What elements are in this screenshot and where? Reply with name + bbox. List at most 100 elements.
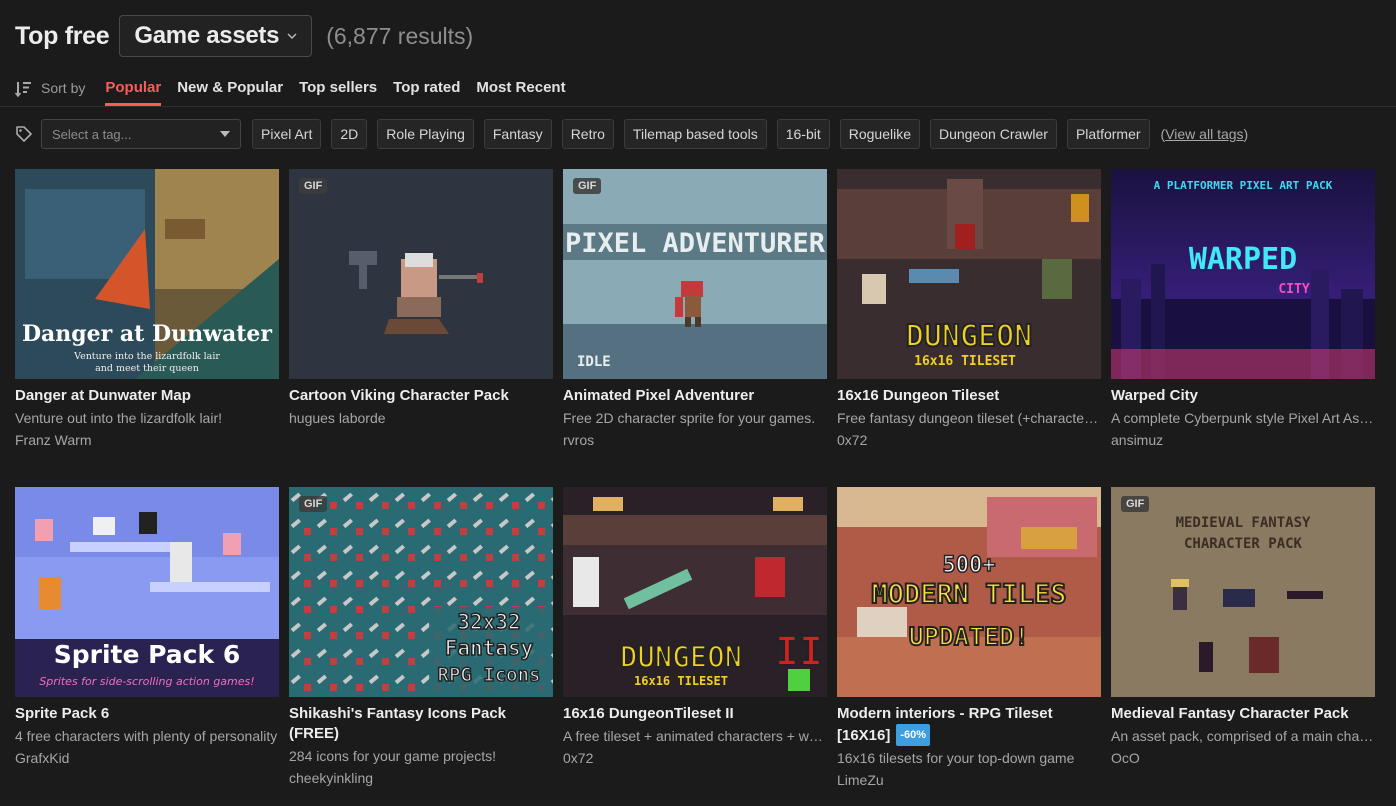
tag-chip-pixel-art[interactable]: Pixel Art — [252, 119, 322, 149]
gif-badge: GIF — [573, 178, 602, 194]
tag-chip-fantasy[interactable]: Fantasy — [483, 119, 552, 149]
game-thumbnail[interactable]: Danger at Dunwater Venture into the liza… — [15, 169, 279, 379]
tag-chip-role-playing[interactable]: Role Playing — [377, 119, 474, 149]
game-title[interactable]: Cartoon Viking Character Pack — [289, 386, 553, 406]
game-description: Free fantasy dungeon tileset (+character… — [837, 410, 1101, 426]
thumbnail-art: PIXEL ADVENTURER IDLE — [563, 169, 827, 379]
game-author[interactable]: 0x72 — [563, 749, 827, 768]
sort-icon — [15, 82, 31, 98]
game-thumbnail[interactable]: MEDIEVAL FANTASY CHARACTER PACK GIF — [1111, 487, 1375, 697]
chevron-down-icon — [287, 33, 297, 39]
sort-tab-new-popular[interactable]: New & Popular — [177, 72, 283, 106]
sort-tab-top-rated[interactable]: Top rated — [393, 72, 460, 106]
sort-tab-most-recent[interactable]: Most Recent — [476, 72, 565, 106]
game-author[interactable]: ansimuz — [1111, 431, 1375, 450]
game-card: GIF Cartoon Viking Character Pack hugues… — [289, 169, 553, 428]
game-title[interactable]: Medieval Fantasy Character Pack — [1111, 704, 1375, 724]
svg-text:DUNGEON: DUNGEON — [620, 640, 742, 674]
tag-chip-retro[interactable]: Retro — [561, 119, 614, 149]
game-description: 284 icons for your game projects! — [289, 748, 496, 764]
tag-bar: Select a tag... Pixel Art 2D Role Playin… — [15, 119, 1248, 149]
game-card: A PLATFORMER PIXEL ART PACK WARPED CITY … — [1111, 169, 1375, 450]
sort-tab-top-sellers[interactable]: Top sellers — [299, 72, 377, 106]
browse-header: Top free Game assets (6,877 results) — [15, 15, 473, 57]
game-description: Venture out into the lizardfolk lair! — [15, 410, 223, 426]
gif-badge: GIF — [299, 178, 328, 194]
svg-text:Fantasy: Fantasy — [445, 636, 534, 660]
game-title[interactable]: Animated Pixel Adventurer — [563, 386, 827, 406]
svg-text:MEDIEVAL FANTASY: MEDIEVAL FANTASY — [1176, 515, 1311, 531]
svg-text:16x16 TILESET: 16x16 TILESET — [914, 354, 1016, 369]
svg-text:and meet their queen: and meet their queen — [95, 363, 199, 374]
thumbnail-art: 32x32 Fantasy RPG Icons — [289, 487, 553, 697]
thumbnail-art: DUNGEON 16x16 TILESET II — [563, 487, 827, 697]
svg-text:Danger at Dunwater: Danger at Dunwater — [22, 321, 272, 347]
game-author[interactable]: LimeZu — [837, 771, 1101, 790]
tag-chip-tilemap[interactable]: Tilemap based tools — [623, 119, 767, 149]
game-thumbnail[interactable]: GIF — [289, 169, 553, 379]
game-description: An asset pack, comprised of a main chara… — [1111, 728, 1375, 744]
game-thumbnail[interactable]: 32x32 Fantasy RPG Icons GIF — [289, 487, 553, 697]
svg-text:CHARACTER PACK: CHARACTER PACK — [1184, 536, 1303, 552]
tag-chip-16-bit[interactable]: 16-bit — [776, 119, 830, 149]
game-title[interactable]: Danger at Dunwater Map — [15, 386, 279, 406]
game-card: Sprite Pack 6 Sprites for side-scrolling… — [15, 487, 279, 768]
game-title[interactable]: 16x16 Dungeon Tileset — [837, 386, 1101, 406]
game-title[interactable]: Warped City — [1111, 386, 1375, 406]
svg-text:16x16 TILESET: 16x16 TILESET — [634, 674, 728, 688]
game-thumbnail[interactable]: DUNGEON 16x16 TILESET — [837, 169, 1101, 379]
game-author[interactable]: Franz Warm — [15, 431, 279, 450]
game-thumbnail[interactable]: A PLATFORMER PIXEL ART PACK WARPED CITY — [1111, 169, 1375, 379]
game-thumbnail[interactable]: Sprite Pack 6 Sprites for side-scrolling… — [15, 487, 279, 697]
svg-text:CITY: CITY — [1278, 282, 1309, 297]
tag-select-input[interactable]: Select a tag... — [41, 119, 241, 149]
svg-text:Sprites for side-scrolling act: Sprites for side-scrolling action games! — [39, 675, 254, 688]
game-description: Free 2D character sprite for your games. — [563, 410, 816, 426]
category-dropdown[interactable]: Game assets — [119, 15, 313, 57]
tag-chip-dungeon-crawler[interactable]: Dungeon Crawler — [930, 119, 1057, 149]
svg-text:WARPED: WARPED — [1189, 242, 1297, 277]
game-card: PIXEL ADVENTURER IDLE GIF Animated Pixel… — [563, 169, 827, 450]
sort-tab-popular[interactable]: Popular — [105, 72, 162, 106]
thumbnail-art: 500+ MODERN TILES UPDATED! — [837, 487, 1101, 697]
game-author[interactable]: OcO — [1111, 749, 1375, 768]
category-dropdown-label: Game assets — [134, 22, 280, 49]
game-title[interactable]: Sprite Pack 6 — [15, 704, 279, 724]
game-thumbnail[interactable]: DUNGEON 16x16 TILESET II — [563, 487, 827, 697]
view-all-tags-link[interactable]: (View all tags) — [1161, 126, 1249, 142]
game-author[interactable]: 0x72 — [837, 431, 1101, 450]
game-thumbnail[interactable]: 500+ MODERN TILES UPDATED! — [837, 487, 1101, 697]
tag-chip-roguelike[interactable]: Roguelike — [839, 119, 920, 149]
game-description: A free tileset + animated characters + w… — [563, 728, 827, 744]
results-count: (6,877 results) — [326, 22, 474, 49]
svg-text:PIXEL ADVENTURER: PIXEL ADVENTURER — [565, 228, 826, 259]
tag-chip-platformer[interactable]: Platformer — [1066, 119, 1150, 149]
game-author[interactable]: cheekyinkling — [289, 769, 553, 788]
sort-by-label: Sort by — [41, 80, 86, 96]
svg-text:II: II — [775, 629, 823, 675]
game-title[interactable]: Modern interiors - RPG Tileset [16X16] -6… — [837, 704, 1101, 746]
caret-down-icon — [220, 131, 230, 137]
thumbnail-art: Danger at Dunwater Venture into the liza… — [15, 169, 279, 379]
game-description: A complete Cyberpunk style Pixel Art Ass… — [1111, 410, 1375, 426]
page-title: Top free — [15, 21, 110, 50]
thumbnail-art — [289, 169, 553, 379]
game-author[interactable]: rvros — [563, 431, 827, 450]
thumbnail-art: DUNGEON 16x16 TILESET — [837, 169, 1101, 379]
tag-chip-2d[interactable]: 2D — [331, 119, 368, 149]
svg-text:DUNGEON: DUNGEON — [906, 319, 1032, 354]
game-title[interactable]: 16x16 DungeonTileset II — [563, 704, 827, 724]
game-description: 4 free characters with plenty of persona… — [15, 728, 278, 744]
game-title[interactable]: Shikashi's Fantasy Icons Pack (FREE) — [289, 704, 553, 744]
game-author[interactable]: hugues laborde — [289, 409, 553, 428]
svg-text:32x32: 32x32 — [457, 610, 520, 634]
svg-text:IDLE: IDLE — [577, 354, 611, 370]
svg-text:UPDATED!: UPDATED! — [909, 622, 1029, 651]
gif-badge: GIF — [1121, 496, 1150, 512]
game-author[interactable]: GrafxKid — [15, 749, 279, 768]
game-thumbnail[interactable]: PIXEL ADVENTURER IDLE GIF — [563, 169, 827, 379]
svg-text:A PLATFORMER PIXEL ART PACK: A PLATFORMER PIXEL ART PACK — [1154, 179, 1333, 192]
game-card: DUNGEON 16x16 TILESET II 16x16 DungeonTi… — [563, 487, 827, 768]
game-card: MEDIEVAL FANTASY CHARACTER PACK GIF Medi… — [1111, 487, 1375, 768]
sale-badge: -60% — [896, 724, 931, 746]
